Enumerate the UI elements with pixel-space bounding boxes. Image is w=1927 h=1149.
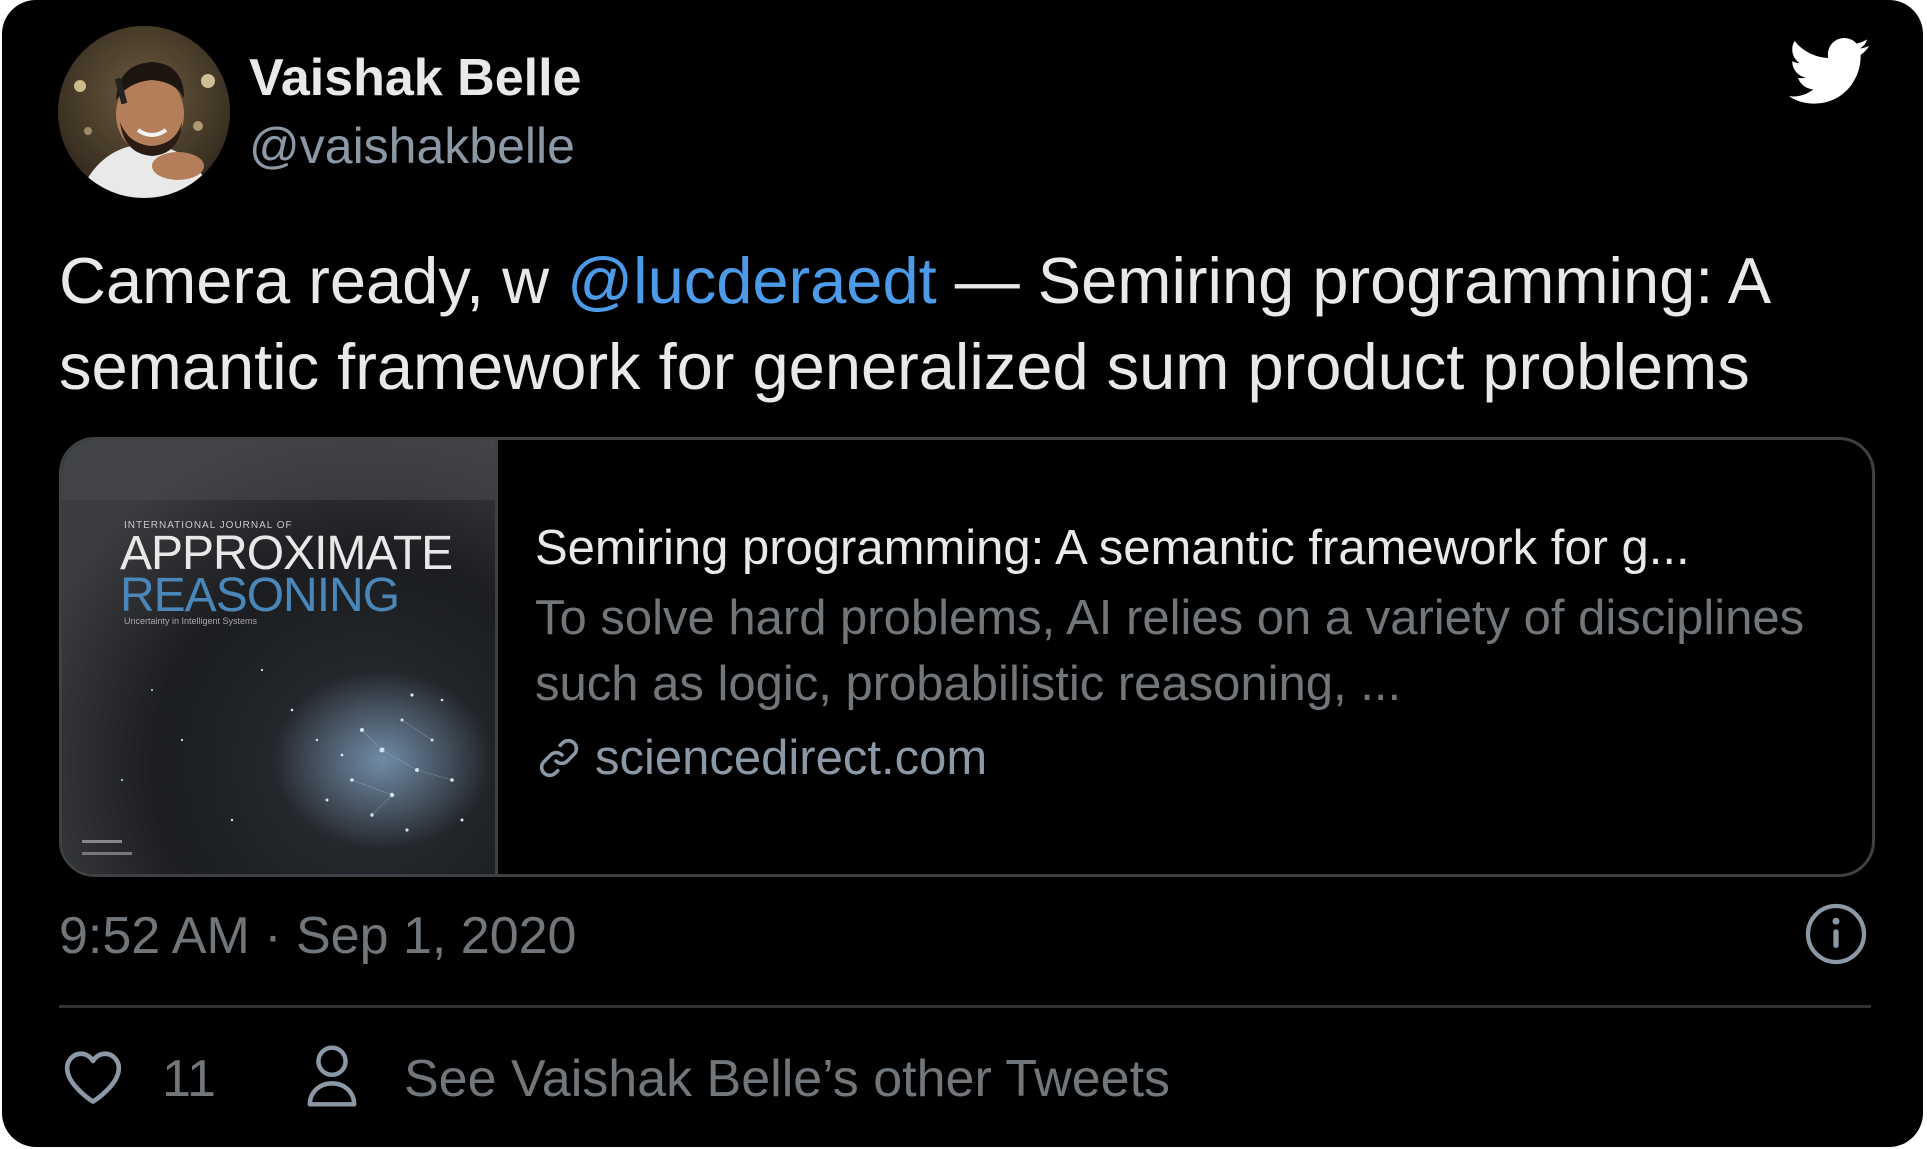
- author-handle[interactable]: @vaishakbelle: [249, 117, 575, 175]
- tweet-embed-card: Vaishak Belle @vaishakbelle Camera ready…: [2, 0, 1923, 1147]
- link-preview-card[interactable]: INTERNATIONAL JOURNAL OF APPROXIMATE REA…: [59, 437, 1875, 877]
- author-avatar[interactable]: [58, 26, 230, 198]
- heart-icon[interactable]: [62, 1048, 124, 1106]
- cover-subtitle: Uncertainty in Intelligent Systems: [124, 616, 258, 626]
- link-card-domain[interactable]: sciencedirect.com: [535, 730, 987, 786]
- mention-link[interactable]: @lucderaedt: [567, 244, 937, 317]
- cover-title-word2: REASONING: [120, 569, 400, 622]
- like-count[interactable]: 11: [162, 1049, 216, 1109]
- link-card-title[interactable]: Semiring programming: A semantic framewo…: [535, 520, 1690, 576]
- link-icon: [539, 738, 579, 778]
- tweet-text-start: Camera ready, w: [59, 244, 568, 317]
- avatar-photo: [58, 26, 230, 198]
- person-icon[interactable]: [304, 1044, 360, 1108]
- tweet-text: Camera ready, w @lucderaedt — Semiring p…: [59, 238, 1889, 410]
- link-card-description: To solve hard problems, AI relies on a v…: [535, 591, 1805, 711]
- twitter-bird-icon[interactable]: [1789, 38, 1871, 106]
- divider: [59, 1005, 1871, 1008]
- link-domain-text: sciencedirect.com: [595, 731, 988, 785]
- link-thumbnail[interactable]: INTERNATIONAL JOURNAL OF APPROXIMATE REA…: [62, 440, 498, 874]
- author-name[interactable]: Vaishak Belle: [249, 48, 581, 108]
- journal-cover-image: [62, 440, 495, 874]
- info-icon[interactable]: [1804, 902, 1868, 966]
- tweet-timestamp[interactable]: 9:52 AM · Sep 1, 2020: [59, 906, 576, 966]
- see-other-tweets-link[interactable]: See Vaishak Belle’s other Tweets: [404, 1049, 1170, 1109]
